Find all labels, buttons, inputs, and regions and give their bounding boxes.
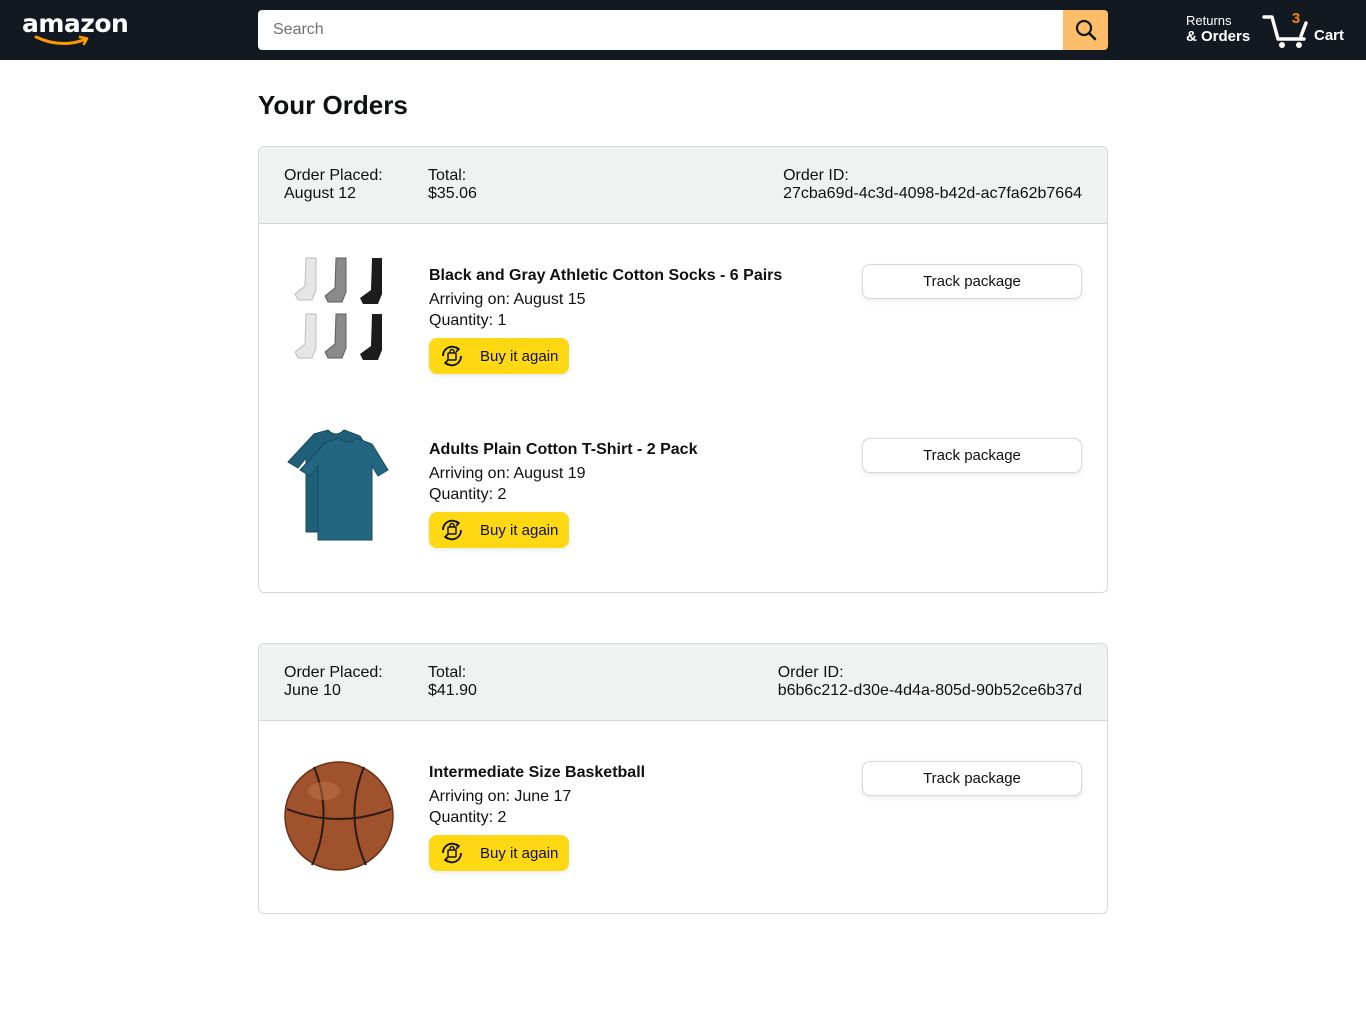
product-name[interactable]: Black and Gray Athletic Cotton Socks - 6…	[429, 267, 782, 285]
order-total-value: $35.06	[428, 185, 477, 202]
order-placed: Order Placed: August 12	[284, 167, 383, 203]
search-icon	[1075, 19, 1096, 41]
buy-again-button[interactable]: Buy it again	[429, 835, 569, 871]
search-button[interactable]	[1063, 10, 1108, 50]
order-header: Order Placed: June 10 Total: $41.90 Orde…	[259, 644, 1107, 721]
order-id: Order ID: 27cba69d-4c3d-4098-b42d-ac7fa6…	[783, 167, 1082, 203]
order-placed-date: June 10	[284, 682, 341, 699]
arrival-date: Arriving on: August 19	[429, 465, 586, 482]
orders-label: & Orders	[1186, 28, 1251, 45]
order-placed: Order Placed: June 10	[284, 664, 383, 700]
cart-count: 3	[1291, 10, 1301, 27]
track-package-button[interactable]: Track package	[862, 264, 1082, 299]
buy-again-label: Buy it again	[480, 522, 559, 539]
cart-label: Cart	[1314, 27, 1345, 44]
quantity: Quantity: 2	[429, 809, 507, 826]
buy-again-label: Buy it again	[480, 845, 559, 862]
basketball-image	[284, 761, 394, 871]
amazon-logo[interactable]: amazon	[22, 9, 129, 49]
order-id-label: Order ID:	[777, 664, 844, 681]
cart-link[interactable]: 3 Cart	[1262, 8, 1352, 52]
order-item: Black and Gray Athletic Cotton Socks - 6…	[259, 224, 1107, 398]
buy-again-icon	[442, 345, 462, 367]
order-total: Total: $41.90	[428, 664, 477, 700]
order-placed-label: Order Placed:	[284, 167, 383, 184]
tshirt-image	[287, 429, 389, 541]
track-package-button[interactable]: Track package	[862, 438, 1082, 473]
socks-image	[294, 257, 382, 360]
order-header: Order Placed: August 12 Total: $35.06 Or…	[259, 147, 1107, 224]
top-header: amazon Returns & Orders 3 Cart	[0, 0, 1366, 60]
track-package-button[interactable]: Track package	[862, 761, 1082, 796]
order-card: Order Placed: August 12 Total: $35.06 Or…	[258, 146, 1108, 593]
order-total: Total: $35.06	[428, 167, 477, 203]
quantity: Quantity: 1	[429, 312, 507, 329]
buy-again-label: Buy it again	[480, 348, 559, 365]
product-name[interactable]: Intermediate Size Basketball	[429, 764, 645, 782]
order-item: Adults Plain Cotton T-Shirt - 2 Pack Arr…	[259, 398, 1107, 572]
order-id: Order ID: b6b6c212-d30e-4d4a-805d-90b52c…	[778, 664, 1082, 700]
arrival-date: Arriving on: August 15	[429, 291, 586, 308]
order-id-value: 27cba69d-4c3d-4098-b42d-ac7fa62b7664	[783, 185, 1082, 202]
product-name[interactable]: Adults Plain Cotton T-Shirt - 2 Pack	[429, 441, 697, 459]
order-item: Intermediate Size Basketball Arriving on…	[259, 721, 1107, 913]
arrival-date: Arriving on: June 17	[429, 788, 572, 805]
order-card: Order Placed: June 10 Total: $41.90 Orde…	[258, 643, 1108, 914]
quantity: Quantity: 2	[429, 486, 507, 503]
buy-again-icon	[442, 519, 462, 541]
order-id-value: b6b6c212-d30e-4d4a-805d-90b52ce6b37d	[777, 682, 1082, 699]
search-input[interactable]	[258, 10, 1064, 50]
logo-smile-icon	[34, 35, 89, 46]
buy-again-button[interactable]: Buy it again	[429, 338, 569, 374]
buy-again-button[interactable]: Buy it again	[429, 512, 569, 548]
buy-again-icon	[442, 842, 462, 864]
returns-orders-link[interactable]: Returns & Orders	[1186, 13, 1250, 45]
order-total-value: $41.90	[428, 682, 477, 699]
returns-label: Returns	[1186, 13, 1232, 28]
order-placed-date: August 12	[284, 185, 357, 202]
order-placed-label: Order Placed:	[284, 664, 383, 681]
order-total-label: Total:	[428, 167, 467, 184]
order-id-label: Order ID:	[783, 167, 849, 184]
order-total-label: Total:	[428, 664, 467, 681]
page-title: Your Orders	[258, 90, 408, 120]
